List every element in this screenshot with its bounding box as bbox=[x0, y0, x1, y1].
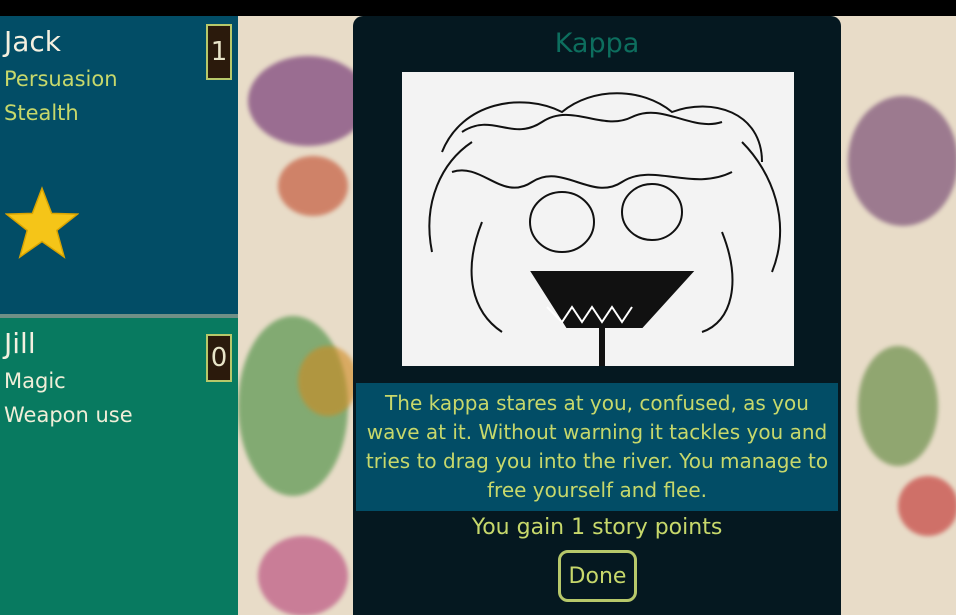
score-badge: 1 bbox=[206, 24, 232, 80]
star-icon bbox=[5, 186, 79, 259]
top-bar bbox=[0, 0, 956, 16]
result-text: You gain 1 story points bbox=[471, 515, 723, 540]
player-skill: Weapon use bbox=[4, 403, 133, 427]
done-button[interactable]: Done bbox=[558, 550, 637, 602]
player-panels: Jack Persuasion Stealth 1 Jill Magic Wea… bbox=[0, 16, 238, 615]
encounter-modal: Kappa The kappa stares at you, confused,… bbox=[353, 16, 841, 615]
score-badge: 0 bbox=[206, 334, 232, 382]
player-skill: Magic bbox=[4, 369, 66, 393]
kappa-drawing-icon bbox=[402, 72, 794, 366]
player-card-jill[interactable]: Jill Magic Weapon use 0 bbox=[0, 318, 238, 615]
player-skill: Persuasion bbox=[4, 67, 118, 91]
story-text: The kappa stares at you, confused, as yo… bbox=[356, 383, 838, 511]
player-skill: Stealth bbox=[4, 101, 79, 125]
player-name: Jack bbox=[4, 25, 62, 58]
player-card-jack[interactable]: Jack Persuasion Stealth 1 bbox=[0, 16, 238, 314]
modal-title: Kappa bbox=[554, 28, 640, 59]
player-name: Jill bbox=[4, 327, 36, 360]
